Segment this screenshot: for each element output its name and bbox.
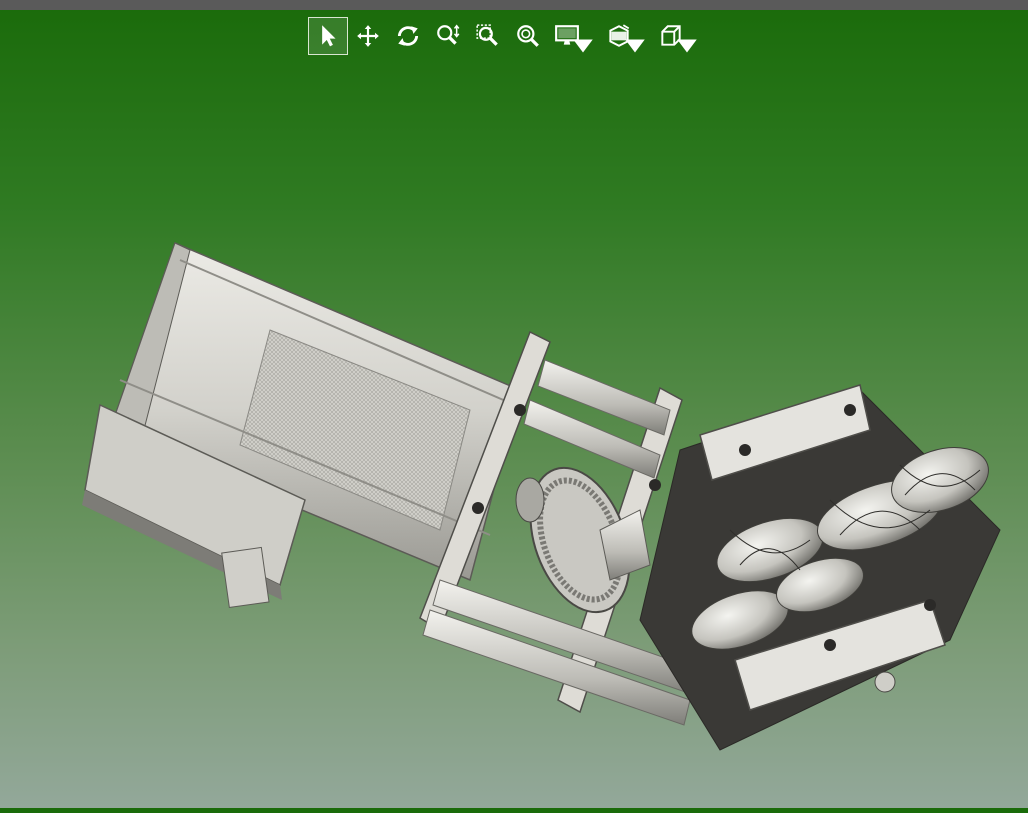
arrow-pointer-icon: [322, 25, 336, 47]
window-top-strip: [0, 0, 1028, 10]
zoom-window-icon: [476, 24, 498, 46]
zoom-tool-button[interactable]: [428, 17, 468, 55]
rotate-icon: [397, 26, 419, 46]
chevron-down-icon: [625, 39, 645, 53]
cad-model-render: [82, 241, 1001, 751]
3d-model-viewport[interactable]: [0, 60, 1028, 808]
pan-tool-button[interactable]: [348, 17, 388, 55]
zoom-fit-tool-button[interactable]: [508, 17, 548, 55]
chevron-down-icon: [677, 39, 697, 53]
move-arrows-icon: [357, 25, 379, 47]
select-tool-button[interactable]: [308, 17, 348, 55]
zoom-updown-icon: [437, 24, 460, 45]
display-mode-dropdown[interactable]: [548, 17, 600, 55]
zoom-fit-icon: [517, 25, 539, 47]
section-view-dropdown[interactable]: [600, 17, 652, 55]
chevron-down-icon: [573, 39, 593, 53]
view-toolbar: [308, 16, 704, 56]
zoom-window-tool-button[interactable]: [468, 17, 508, 55]
view-orientation-dropdown[interactable]: [652, 17, 704, 55]
rotate-tool-button[interactable]: [388, 17, 428, 55]
